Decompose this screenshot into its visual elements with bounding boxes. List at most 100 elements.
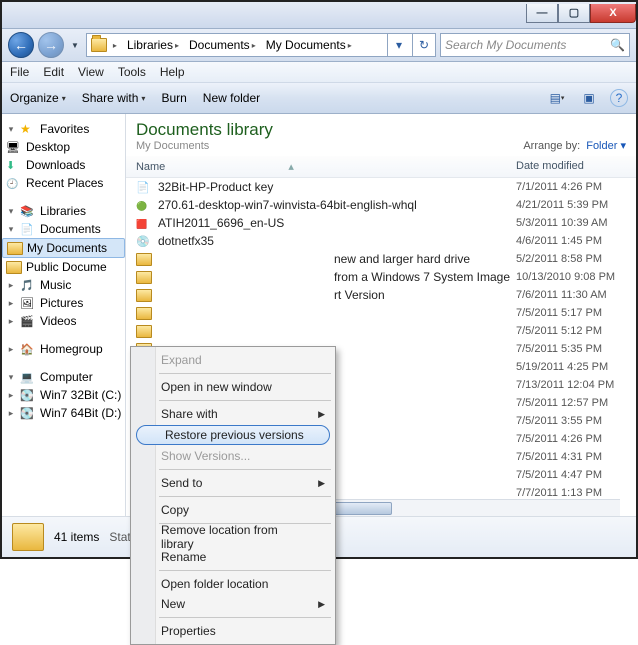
window-maximize-button[interactable]: ▢ <box>558 4 590 23</box>
file-date: 7/5/2011 5:17 PM <box>516 307 636 319</box>
column-headers[interactable]: Name ▴ Date modified <box>126 156 636 178</box>
preview-pane-button[interactable]: ▣ <box>578 88 600 108</box>
nav-forward-button[interactable]: → <box>38 32 64 58</box>
file-date: 4/6/2011 1:45 PM <box>516 235 636 247</box>
breadcrumb-documents[interactable]: Documents▸ <box>185 36 260 54</box>
file-row[interactable]: ATIH2011_6696_en-US5/3/2011 10:39 AM <box>136 214 636 232</box>
nav-history-dropdown[interactable]: ▼ <box>68 41 82 50</box>
menu-file[interactable]: File <box>10 65 29 79</box>
fld-icon <box>136 307 152 320</box>
tree-favorites[interactable]: ▾Favorites <box>2 120 125 138</box>
drive-icon <box>20 406 36 420</box>
disc-icon <box>136 234 152 248</box>
ctx-send-to[interactable]: Send to▶ <box>133 473 333 493</box>
submenu-arrow-icon: ▶ <box>318 478 325 489</box>
ctx-rename[interactable]: Rename <box>133 547 333 567</box>
tree-pictures[interactable]: ▸Pictures <box>2 294 125 312</box>
ctx-new[interactable]: New▶ <box>133 594 333 614</box>
toolbar-newfolder[interactable]: New folder <box>203 91 260 105</box>
file-date: 7/5/2011 4:47 PM <box>516 469 636 481</box>
breadcrumb-libraries[interactable]: Libraries▸ <box>123 36 183 54</box>
menu-help[interactable]: Help <box>160 65 185 79</box>
address-dropdown[interactable]: ▾ <box>387 34 410 56</box>
search-icon: 🔍 <box>610 38 625 52</box>
tree-music[interactable]: ▸Music <box>2 276 125 294</box>
file-name: from a Windows 7 System Image <box>334 270 510 284</box>
file-date: 7/5/2011 12:57 PM <box>516 397 636 409</box>
file-row[interactable]: new and larger hard drive5/2/2011 8:58 P… <box>136 250 636 268</box>
ctx-share-with[interactable]: Share with▶ <box>133 404 333 424</box>
menu-view[interactable]: View <box>78 65 104 79</box>
recent-icon <box>6 176 22 190</box>
large-folder-icon <box>12 523 44 551</box>
tree-downloads[interactable]: Downloads <box>2 156 125 174</box>
fld-icon <box>136 289 152 302</box>
tree-videos[interactable]: ▸Videos <box>2 312 125 330</box>
ctx-restore-previous-versions[interactable]: Restore previous versions <box>136 425 330 445</box>
tree-public-documents[interactable]: Public Docume <box>2 258 125 276</box>
downloads-icon <box>6 158 22 172</box>
file-date: 7/5/2011 3:55 PM <box>516 415 636 427</box>
libraries-icon <box>20 204 36 218</box>
refresh-button[interactable]: ↻ <box>412 34 435 56</box>
file-row[interactable]: 270.61-desktop-win7-winvista-64bit-engli… <box>136 196 636 214</box>
file-name: dotnetfx35 <box>158 234 214 248</box>
window-close-button[interactable]: X <box>590 4 636 23</box>
drive-icon <box>20 388 36 402</box>
window-minimize-button[interactable]: — <box>526 4 558 23</box>
ctx-open-folder-location[interactable]: Open folder location <box>133 574 333 594</box>
file-date: 7/13/2011 12:04 PM <box>516 379 636 391</box>
tree-libraries[interactable]: ▾Libraries <box>2 202 125 220</box>
music-icon <box>20 278 36 292</box>
file-name: ATIH2011_6696_en-US <box>158 216 284 230</box>
toolbar-burn[interactable]: Burn <box>161 91 186 105</box>
menu-edit[interactable]: Edit <box>43 65 64 79</box>
file-row[interactable]: 32Bit-HP-Product key7/1/2011 4:26 PM <box>136 178 636 196</box>
search-input[interactable]: Search My Documents 🔍 <box>440 33 630 57</box>
file-date: 7/5/2011 4:26 PM <box>516 433 636 445</box>
file-date: 5/19/2011 4:25 PM <box>516 361 636 373</box>
tree-drive-d[interactable]: ▸Win7 64Bit (D:) <box>2 404 125 422</box>
view-mode-button[interactable]: ▤▾ <box>546 88 568 108</box>
breadcrumb-mydocuments[interactable]: My Documents▸ <box>262 36 356 54</box>
documents-icon <box>20 222 36 236</box>
file-row[interactable]: dotnetfx35 4/6/2011 1:45 PM <box>136 232 636 250</box>
column-name[interactable]: Name ▴ <box>136 160 516 173</box>
menu-tools[interactable]: Tools <box>118 65 146 79</box>
file-date: 7/7/2011 1:13 PM <box>516 487 636 499</box>
library-title: Documents library <box>136 120 273 140</box>
titlebar: — ▢ X <box>2 2 636 29</box>
tree-drive-c[interactable]: ▸Win7 32Bit (C:) <box>2 386 125 404</box>
toolbar-sharewith[interactable]: Share with▾ <box>82 91 146 105</box>
file-row[interactable]: from a Windows 7 System Image 10/13/2010 … <box>136 268 636 286</box>
tree-homegroup[interactable]: ▸Homegroup <box>2 340 125 358</box>
help-button[interactable]: ? <box>610 89 628 107</box>
column-date[interactable]: Date modified <box>516 160 636 173</box>
arrange-by[interactable]: Arrange by: Folder ▾ <box>523 139 626 152</box>
ctx-properties[interactable]: Properties <box>133 621 333 641</box>
address-bar[interactable]: ▸ Libraries▸ Documents▸ My Documents▸ ▾ … <box>86 33 436 57</box>
tree-recent[interactable]: Recent Places <box>2 174 125 192</box>
file-row[interactable]: 7/5/2011 5:12 PM <box>136 322 636 340</box>
file-date: 7/5/2011 4:31 PM <box>516 451 636 463</box>
tree-desktop[interactable]: Desktop <box>2 138 125 156</box>
address-row: ← → ▼ ▸ Libraries▸ Documents▸ My Documen… <box>2 29 636 62</box>
file-row[interactable]: 7/5/2011 5:17 PM <box>136 304 636 322</box>
toolbar-organize[interactable]: Organize▾ <box>10 91 66 105</box>
fld-icon <box>136 271 152 284</box>
chevron-right-icon: ▸ <box>113 41 117 50</box>
nav-back-button[interactable]: ← <box>8 32 34 58</box>
submenu-arrow-icon: ▶ <box>318 409 325 420</box>
file-row[interactable]: rt Version7/6/2011 11:30 AM <box>136 286 636 304</box>
ctx-copy[interactable]: Copy <box>133 500 333 520</box>
tree-documents[interactable]: ▾Documents <box>2 220 125 238</box>
file-name: rt Version <box>334 288 385 302</box>
toolbar: Organize▾ Share with▾ Burn New folder ▤▾… <box>2 83 636 114</box>
txt-icon <box>136 180 152 194</box>
ctx-open-new-window[interactable]: Open in new window <box>133 377 333 397</box>
tree-my-documents[interactable]: My Documents <box>2 238 125 258</box>
ctx-remove-location[interactable]: Remove location from library <box>133 527 333 547</box>
star-icon <box>20 122 36 136</box>
file-date: 10/13/2010 9:08 PM <box>516 271 636 283</box>
tree-computer[interactable]: ▾Computer <box>2 368 125 386</box>
